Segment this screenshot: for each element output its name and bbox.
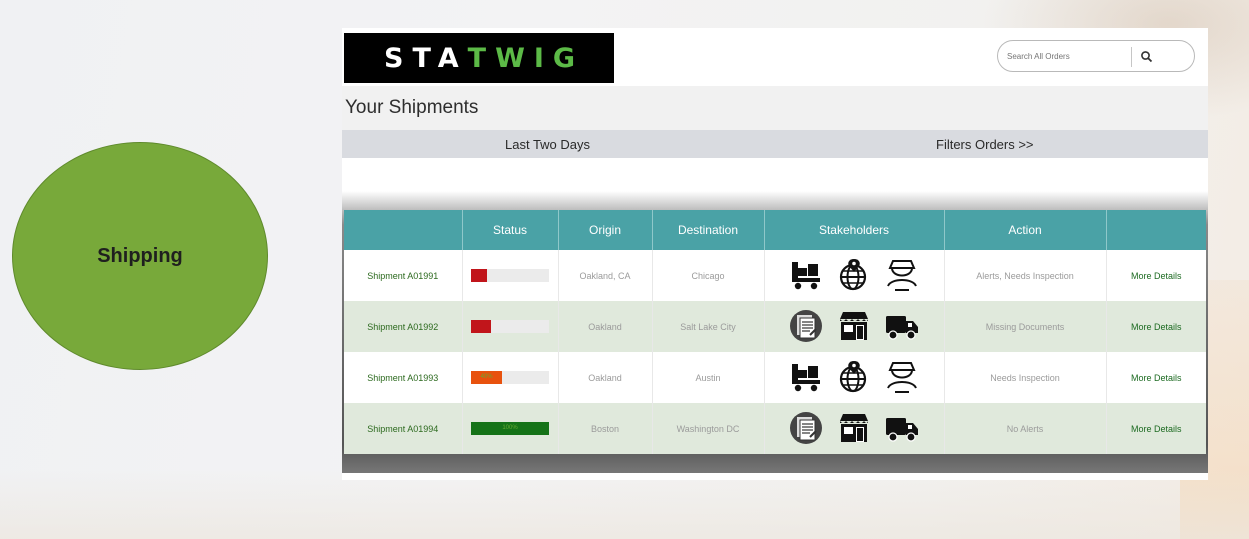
table-header-row: Status Origin Destination Stakeholders A… [344, 210, 1206, 250]
stakeholder-icons [765, 258, 944, 294]
status-progress-bar: 40% [471, 371, 549, 384]
shipments-table: Status Origin Destination Stakeholders A… [344, 210, 1206, 454]
origin-cell: Boston [558, 403, 653, 454]
stakeholders-cell [764, 352, 945, 403]
search-box [997, 40, 1195, 72]
stakeholder-icons [765, 360, 944, 396]
action-cell: Missing Documents [944, 301, 1107, 352]
truck-icon[interactable] [885, 309, 919, 345]
more-details-link[interactable]: More Details [1106, 250, 1206, 301]
shipment-id[interactable]: Shipment A01993 [344, 352, 463, 403]
action-cell: Alerts, Needs Inspection [944, 250, 1107, 301]
origin-cell: Oakland [558, 352, 653, 403]
search-input[interactable] [1007, 48, 1127, 65]
status-progress-bar: 100% [471, 422, 549, 435]
background-decoration [0, 470, 1249, 539]
destination-cell: Salt Lake City [652, 301, 765, 352]
stakeholders-cell [764, 250, 945, 301]
document-icon[interactable] [789, 309, 823, 345]
header-details [1106, 210, 1206, 250]
stakeholder-icons [765, 411, 944, 447]
header-shipment [344, 210, 463, 250]
page-title: Your Shipments [345, 97, 479, 118]
status-progress-bar [471, 320, 549, 333]
globe-pin-icon[interactable] [837, 360, 871, 396]
header-origin[interactable]: Origin [558, 210, 653, 250]
destination-cell: Chicago [652, 250, 765, 301]
table-row[interactable]: Shipment A01992 Oakland Salt Lake City Miss… [344, 301, 1206, 352]
header-destination[interactable]: Destination [652, 210, 765, 250]
status-progress-fill: 100% [471, 422, 549, 435]
store-icon[interactable] [837, 411, 871, 447]
search-divider [1131, 47, 1132, 67]
date-range-filter[interactable]: Last Two Days [505, 137, 590, 152]
store-icon[interactable] [837, 309, 871, 345]
page-title-bar: Your Shipments [342, 86, 1208, 130]
status-cell: 100% [462, 403, 559, 454]
shipment-id[interactable]: Shipment A01994 [344, 403, 463, 454]
stakeholder-icons [765, 309, 944, 345]
globe-pin-icon[interactable] [837, 258, 871, 294]
document-icon[interactable] [789, 411, 823, 447]
table-row[interactable]: Shipment A01991 Oakland, CA Chicago Alerts,… [344, 250, 1206, 301]
filter-orders-link[interactable]: Filters Orders >> [936, 137, 1034, 152]
header-status[interactable]: Status [462, 210, 559, 250]
filter-bar: Last Two Days Filters Orders >> [342, 130, 1208, 158]
origin-cell: Oakland, CA [558, 250, 653, 301]
stakeholders-cell [764, 301, 945, 352]
search-icon[interactable] [1140, 50, 1154, 64]
status-cell: 40% [462, 352, 559, 403]
action-cell: Needs Inspection [944, 352, 1107, 403]
shipments-table-wrap: Status Origin Destination Stakeholders A… [344, 210, 1206, 454]
top-bar: STA TWIG [342, 28, 1208, 86]
inspector-icon[interactable] [885, 258, 919, 294]
header-stakeholders[interactable]: Stakeholders [764, 210, 945, 250]
status-progress-fill: 40% [471, 371, 503, 384]
warehouse-cart-icon[interactable] [789, 258, 823, 294]
shipping-label: Shipping [97, 244, 183, 267]
warehouse-cart-icon[interactable] [789, 360, 823, 396]
shipping-circle: Shipping [12, 142, 268, 370]
truck-icon[interactable] [885, 411, 919, 447]
origin-cell: Oakland [558, 301, 653, 352]
status-cell [462, 301, 559, 352]
shipment-id[interactable]: Shipment A01992 [344, 301, 463, 352]
destination-cell: Washington DC [652, 403, 765, 454]
more-details-link[interactable]: More Details [1106, 301, 1206, 352]
destination-cell: Austin [652, 352, 765, 403]
header-action[interactable]: Action [944, 210, 1107, 250]
stakeholders-cell [764, 403, 945, 454]
status-progress-fill [471, 269, 487, 282]
app-window: STATWIG Your Shipments Last Two Days Fil… [342, 28, 1208, 480]
action-cell: No Alerts [944, 403, 1107, 454]
status-progress-fill [471, 320, 491, 333]
more-details-link[interactable]: More Details [1106, 403, 1206, 454]
more-details-link[interactable]: More Details [1106, 352, 1206, 403]
table-frame: Status Origin Destination Stakeholders A… [342, 191, 1208, 473]
table-row[interactable]: Shipment A01993 40% Oakland Austin Needs Ins… [344, 352, 1206, 403]
shipment-id[interactable]: Shipment A01991 [344, 250, 463, 301]
status-progress-bar [471, 269, 549, 282]
statwig-logo[interactable]: STA TWIG [344, 33, 614, 83]
inspector-icon[interactable] [885, 360, 919, 396]
table-row[interactable]: Shipment A01994 100% Boston Washington DC No… [344, 403, 1206, 454]
status-cell [462, 250, 559, 301]
